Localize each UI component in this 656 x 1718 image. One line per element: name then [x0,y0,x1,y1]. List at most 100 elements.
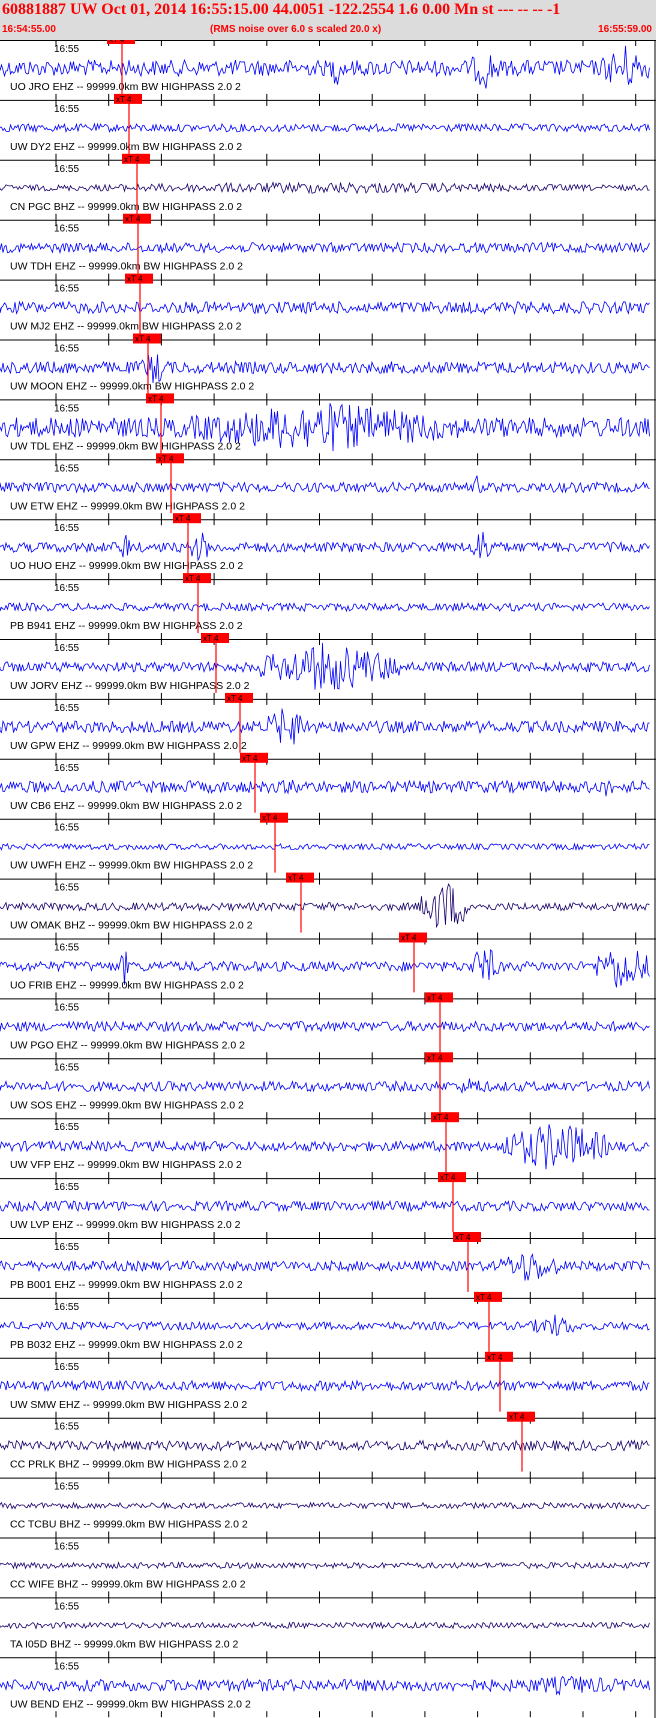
time-label: 16:55 [54,523,79,534]
pick-label: xT 4 [125,215,141,224]
pick-label: xT 4 [203,634,219,643]
trace-row: 16:55 UW OMAK BHZ -- 99999.0km BW HIGHPAS… [0,872,656,939]
waveform [0,601,650,613]
time-label: 16:55 [54,44,79,55]
time-label: 16:55 [54,104,79,115]
trace-row: 16:55 PB B032 EHZ -- 99999.0km BW HIGHPAS… [0,1291,656,1358]
waveform [0,1501,650,1510]
header-bar: 60881887 UW Oct 01, 2014 16:55:15.00 44.… [0,0,656,40]
start-time: 16:54:55.00 [2,24,56,35]
time-label: 16:55 [54,823,79,834]
end-time: 16:55:59.00 [598,24,652,35]
time-label: 16:55 [54,1242,79,1253]
time-label: 16:55 [54,1122,79,1133]
trace-row: 16:55 UW MJ2 EHZ -- 99999.0km BW HIGHPASS… [0,273,656,340]
pick-label: xT 4 [242,754,258,763]
pick-label: xT 4 [401,934,417,943]
time-label: 16:55 [54,1661,79,1672]
station-label: UW MOON EHZ -- 99999.0km BW HIGHPASS 2.0… [10,381,254,393]
waveform [0,1199,650,1213]
pick-label: xT 4 [433,1113,449,1122]
time-label: 16:55 [54,344,79,355]
station-label: UW GPW EHZ -- 99999.0km BW HIGHPASS 2.0 … [10,740,247,752]
pick-label: xT 4 [288,874,304,883]
rms-note: (RMS noise over 6.0 s scaled 20.0 x) [210,24,382,35]
waveform [0,1253,650,1281]
trace-row: 16:55 UW UWFH EHZ -- 99999.0km BW HIGHPAS… [0,812,656,879]
trace-row: 16:55 PB B001 EHZ -- 99999.0km BW HIGHPAS… [0,1232,656,1298]
trace-row: 16:55 UW JORV EHZ -- 99999.0km BW HIGHPAS… [0,633,656,699]
station-label: CC PRLK BHZ -- 99999.0km BW HIGHPASS 2.0… [10,1459,247,1471]
trace-row: 16:55 CC TCBU BHZ -- 99999.0km BW HIGHPAS… [0,1477,656,1538]
trace-row: 16:55 UW PGO EHZ -- 99999.0km BW HIGHPASS… [0,992,656,1059]
station-label: UO HUO EHZ -- 99999.0km BW HIGHPASS 2.0 … [10,560,243,572]
station-label: CC WIFE BHZ -- 99999.0km BW HIGHPASS 2.0… [10,1579,246,1591]
time-label: 16:55 [54,284,79,295]
waveform [0,354,650,384]
pick-label: xT 4 [124,155,140,164]
station-label: UW OMAK BHZ -- 99999.0km BW HIGHPASS 2.0… [10,920,253,932]
station-label: PB B001 EHZ -- 99999.0km BW HIGHPASS 2.0… [10,1279,243,1291]
time-label: 16:55 [54,403,79,414]
waveform [0,300,650,316]
trace-row: 16:55 CC WIFE BHZ -- 99999.0km BW HIGHPAS… [0,1537,656,1598]
pick-label: xT 4 [509,1413,525,1422]
waveform [0,531,650,562]
trace-row: 16:55 UW LVP EHZ -- 99999.0km BW HIGHPASS… [0,1172,656,1238]
time-label: 16:55 [54,1482,79,1493]
time-label: 16:55 [54,643,79,654]
waveform [0,241,650,255]
station-label: UW JORV EHZ -- 99999.0km BW HIGHPASS 2.0… [10,680,250,692]
time-label: 16:55 [54,703,79,714]
waveform [0,475,650,494]
waveform [0,1561,650,1570]
station-label: CC TCBU BHZ -- 99999.0km BW HIGHPASS 2.0… [10,1519,248,1531]
trace-row: 16:55 UW SOS EHZ -- 99999.0km BW HIGHPASS… [0,1052,656,1119]
station-label: TA I05D BHZ -- 99999.0km BW HIGHPASS 2.0… [10,1638,239,1650]
trace-row: 16:55 UW TDL EHZ -- 99999.0km BW HIGHPASS… [0,393,656,460]
trace-row: 16:55 UO JRO EHZ -- 99999.0km BW HIGHPASS… [0,40,656,100]
trace-row: 16:55 UO HUO EHZ -- 99999.0km BW HIGHPASS… [0,513,656,580]
waveform [0,1439,650,1453]
trace-row: 16:55 UW GPW EHZ -- 99999.0km BW HIGHPASS… [0,692,656,759]
station-label: UW DY2 EHZ -- 99999.0km BW HIGHPASS 2.0 … [10,141,242,153]
trace-row: 16:55 UW VFP EHZ -- 99999.0km BW HIGHPASS… [0,1112,656,1179]
station-label: UW ETW EHZ -- 99999.0km BW HIGHPASS 2.0 … [10,500,245,512]
trace-row: 16:55 UW ETW EHZ -- 99999.0km BW HIGHPASS… [0,453,656,520]
waveform [0,122,650,134]
pick-label: xT 4 [185,574,201,583]
station-label: CN PGC BHZ -- 99999.0km BW HIGHPASS 2.0 … [10,201,242,213]
trace-row: 16:55 UW MOON EHZ -- 99999.0km BW HIGHPAS… [0,333,656,400]
time-label: 16:55 [54,1362,79,1373]
station-label: UO JRO EHZ -- 99999.0km BW HIGHPASS 2.0 … [10,81,241,93]
station-label: UW TDL EHZ -- 99999.0km BW HIGHPASS 2.0 … [10,440,241,452]
pick-label: xT 4 [227,694,243,703]
waveform [0,1078,650,1094]
time-label: 16:55 [54,583,79,594]
pick-label: xT 4 [262,814,278,823]
waveform [0,1379,650,1393]
time-label: 16:55 [54,1542,79,1553]
pick-label: xT 4 [476,1293,492,1302]
time-label: 16:55 [54,1422,79,1433]
waveform [0,181,650,195]
time-label: 16:55 [54,463,79,474]
pick-label: xT 4 [158,454,174,463]
trace-row: 16:55 UW DY2 EHZ -- 99999.0km BW HIGHPASS… [0,93,656,160]
time-label: 16:55 [54,943,79,954]
station-label: UW CB6 EHZ -- 99999.0km BW HIGHPASS 2.0 … [10,800,242,812]
trace-row: 16:55 CC PRLK BHZ -- 99999.0km BW HIGHPAS… [0,1411,656,1478]
time-label: 16:55 [54,1062,79,1073]
station-label: UW VFP EHZ -- 99999.0km BW HIGHPASS 2.0 … [10,1159,242,1171]
waveform [0,842,650,851]
waveform [0,1621,650,1630]
time-label: 16:55 [54,883,79,894]
time-label: 16:55 [54,1002,79,1013]
pick-label: xT 4 [440,1173,456,1182]
station-label: UW BEND EHZ -- 99999.0km BW HIGHPASS 2.0… [10,1698,251,1710]
time-label: 16:55 [54,1302,79,1313]
station-label: UW MJ2 EHZ -- 99999.0km BW HIGHPASS 2.0 … [10,321,242,333]
waveform [0,779,650,797]
trace-row: 16:55 UW TDH EHZ -- 99999.0km BW HIGHPASS… [0,213,656,280]
pick-label: xT 4 [427,1053,443,1062]
